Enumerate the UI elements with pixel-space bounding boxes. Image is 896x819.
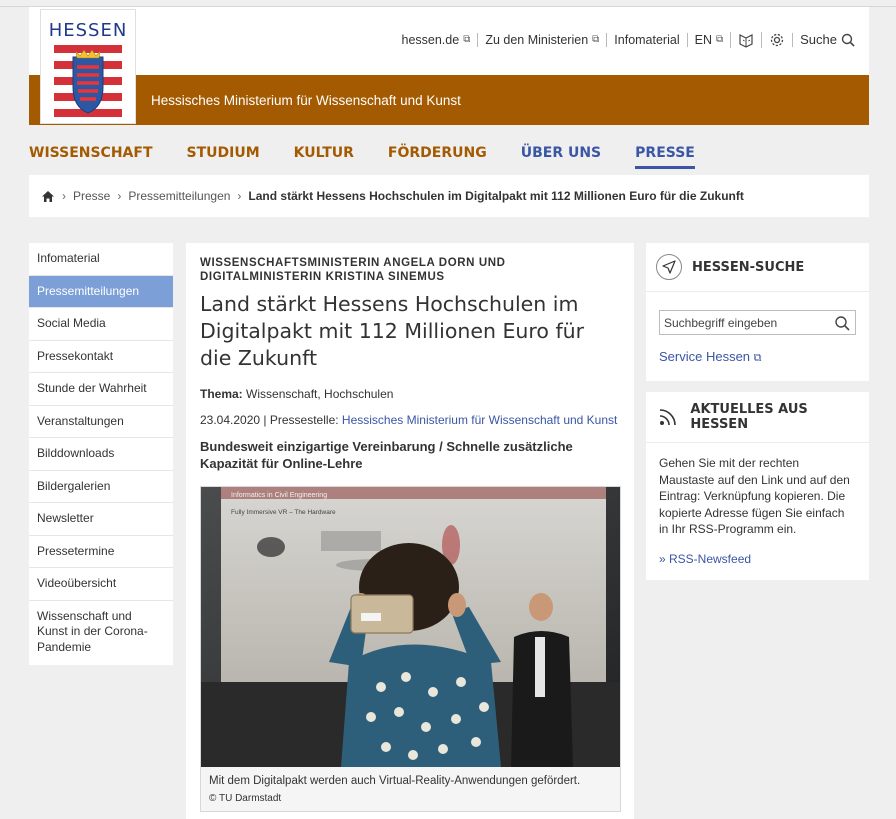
news-box: AKTUELLES AUS HESSEN Gehen Sie mit der r…: [646, 392, 869, 580]
topic-value: Wissenschaft, Hochschulen: [246, 387, 394, 401]
hessen-search-header: HESSEN-SUCHE: [646, 243, 869, 292]
paper-plane-icon: [656, 254, 682, 280]
chevron-right-icon: ›: [117, 189, 122, 203]
search-toggle-label: Suche: [800, 32, 837, 47]
ministry-banner: Hessisches Ministerium für Wissenschaft …: [29, 75, 869, 125]
article: WISSENSCHAFTSMINISTERIN ANGELA DORN UND …: [186, 243, 634, 819]
breadcrumb-presse[interactable]: Presse: [73, 189, 110, 203]
sidebar-item-pressekontakt[interactable]: Pressekontakt: [29, 341, 173, 373]
breadcrumb-current: Land stärkt Hessens Hochschulen im Digit…: [248, 189, 744, 203]
sidebar-item-social-media[interactable]: Social Media: [29, 308, 173, 341]
search-toggle[interactable]: Suche: [792, 33, 862, 47]
home-icon[interactable]: [41, 190, 55, 203]
article-topic: Thema: Wissenschaft, Hochschulen: [200, 387, 620, 401]
accessibility-icon: [739, 34, 753, 48]
article-kicker: WISSENSCHAFTSMINISTERIN ANGELA DORN UND …: [200, 257, 506, 283]
article-figure: Informatics in Civil Engineering Fully I…: [200, 486, 621, 812]
service-hessen-label: Service Hessen: [659, 349, 751, 364]
meta-divider: |: [263, 413, 267, 427]
utility-label: Zu den Ministerien: [485, 33, 589, 47]
news-box-title: AKTUELLES AUS HESSEN: [690, 402, 808, 432]
sidebar-item-bildergalerien[interactable]: Bildergalerien: [29, 471, 173, 503]
breadcrumb-pressemitteilungen[interactable]: Pressemitteilungen: [128, 189, 230, 203]
sidebar-item-pressetermine[interactable]: Pressetermine: [29, 536, 173, 568]
sidebar-item-corona[interactable]: Wissenschaft und Kunst in der Corona-Pan…: [29, 601, 173, 666]
external-link-icon: ⧉: [715, 34, 724, 45]
sidebar-item-pressemitteilungen[interactable]: Pressemitteilungen: [29, 275, 173, 308]
breadcrumb: › Presse › Pressemitteilungen › Land stä…: [29, 175, 869, 217]
sidebar-item-stunde-der-wahrheit[interactable]: Stunde der Wahrheit: [29, 373, 173, 406]
hessen-search-box: HESSEN-SUCHE Service Hessen ⧉: [646, 243, 869, 381]
hessen-search-field: [659, 310, 856, 335]
logo-wordmark: HESSEN: [48, 20, 128, 41]
utility-link-hessen-de[interactable]: hessen.de ⧉: [395, 33, 478, 47]
external-link-icon: ⧉: [592, 34, 600, 45]
rss-instructions: Gehen Sie mit der rechten Maustaste auf …: [659, 456, 850, 536]
photo-caption: Mit dem Digitalpakt werden auch Virtual-…: [201, 767, 620, 811]
sidebar-item-videouebersicht[interactable]: Videoübersicht: [29, 568, 173, 601]
settings-button[interactable]: [761, 32, 792, 48]
sidebar-item-veranstaltungen[interactable]: Veranstaltungen: [29, 406, 173, 438]
slide-title: Informatics in Civil Engineering: [231, 492, 327, 499]
nav-wissenschaft[interactable]: WISSENSCHAFT: [29, 145, 153, 169]
news-box-header: AKTUELLES AUS HESSEN: [646, 392, 869, 443]
article-photo[interactable]: Informatics in Civil Engineering Fully I…: [201, 487, 620, 767]
nav-ueber-uns[interactable]: ÜBER UNS: [521, 145, 601, 169]
photo-credit: © TU Darmstadt: [209, 793, 282, 804]
sidebar-item-newsletter[interactable]: Newsletter: [29, 503, 173, 536]
sidebar-item-bilddownloads[interactable]: Bilddownloads: [29, 438, 173, 471]
external-link-icon: ⧉: [463, 34, 471, 45]
coat-of-arms-icon: [54, 45, 122, 119]
article-headline: Land stärkt Hessens Hochschulen im Digit…: [200, 292, 585, 370]
topic-label: Thema:: [200, 387, 243, 401]
rss-icon: [656, 408, 680, 426]
search-icon[interactable]: [834, 315, 850, 331]
slide-subtitle: Fully Immersive VR – The Hardware: [231, 509, 336, 516]
sidebar-item-infomaterial[interactable]: Infomaterial: [29, 243, 173, 276]
external-link-icon: ⧉: [753, 352, 762, 364]
source-label: Pressestelle:: [269, 413, 339, 427]
ministry-title[interactable]: Hessisches Ministerium für Wissenschaft …: [151, 93, 461, 108]
service-hessen-link[interactable]: Service Hessen ⧉: [659, 349, 856, 365]
sidebar-nav: Infomaterial Pressemitteilungen Social M…: [29, 243, 173, 665]
chevron-right-icon: ›: [62, 189, 66, 203]
hessen-search-title: HESSEN-SUCHE: [692, 259, 805, 275]
utility-label: EN: [694, 33, 712, 47]
hessen-logo[interactable]: HESSEN: [40, 9, 136, 124]
utility-nav: hessen.de ⧉ Zu den Ministerien ⧉ Infomat…: [395, 32, 863, 48]
nav-presse[interactable]: PRESSE: [635, 145, 695, 169]
utility-label: hessen.de: [401, 33, 460, 47]
utility-link-en[interactable]: EN ⧉: [686, 33, 731, 47]
main-nav: WISSENSCHAFT STUDIUM KULTUR FÖRDERUNG ÜB…: [29, 145, 729, 169]
gear-icon: [770, 33, 784, 47]
chevron-right-icon: ›: [237, 189, 242, 203]
source-link[interactable]: Hessisches Ministerium für Wissenschaft …: [342, 413, 617, 427]
nav-foerderung[interactable]: FÖRDERUNG: [388, 145, 487, 169]
search-input[interactable]: [660, 315, 834, 330]
utility-label: Infomaterial: [614, 33, 680, 47]
caption-text: Mit dem Digitalpakt werden auch Virtual-…: [209, 775, 581, 787]
nav-studium[interactable]: STUDIUM: [187, 145, 260, 169]
article-meta: 23.04.2020 | Pressestelle: Hessisches Mi…: [200, 413, 620, 427]
utility-link-infomaterial[interactable]: Infomaterial: [606, 33, 686, 47]
accessibility-button[interactable]: [730, 32, 761, 48]
nav-kultur[interactable]: KULTUR: [294, 145, 354, 169]
search-icon: [841, 33, 855, 47]
article-date: 23.04.2020: [200, 413, 261, 427]
article-lead: Bundesweit einzigartige Vereinbarung / S…: [200, 439, 573, 471]
utility-link-ministerien[interactable]: Zu den Ministerien ⧉: [477, 33, 606, 47]
rss-newsfeed-link[interactable]: » RSS-Newsfeed: [646, 538, 869, 580]
